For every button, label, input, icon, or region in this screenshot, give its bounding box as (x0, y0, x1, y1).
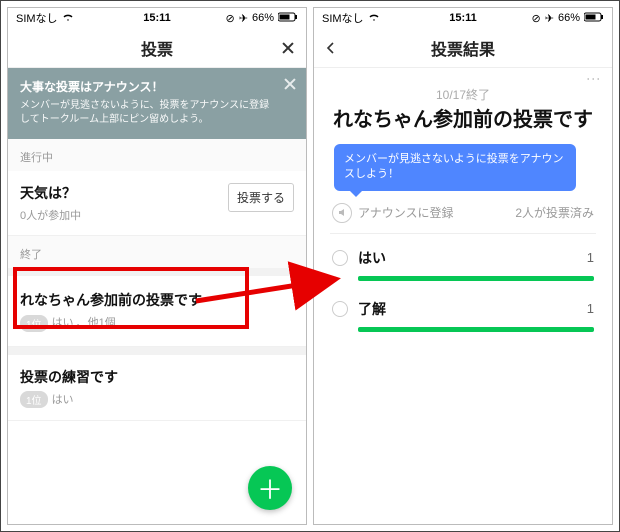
rank-badge: 1位 (20, 315, 48, 332)
speaker-icon (332, 203, 352, 223)
poll-sub: 1位はい (20, 391, 294, 409)
navbar: 投票 (8, 28, 306, 68)
option-row[interactable]: はい 1 (332, 248, 594, 281)
page-title: 投票結果 (431, 36, 495, 60)
banner-close-button[interactable] (282, 76, 298, 92)
back-button[interactable] (314, 28, 348, 68)
add-poll-fab[interactable]: ＋ (248, 466, 292, 510)
divider (8, 347, 306, 355)
announce-row: アナウンスに登録 2人が投票済み (330, 203, 596, 234)
poll-item-in-progress[interactable]: 天気は？ 0人が参加中 投票する (8, 171, 306, 236)
voted-count-label: 2人が投票済み (515, 204, 594, 221)
clock: 15:11 (8, 12, 306, 24)
status-bar: SIMなし 15:11 ⊘ ✈ 66% (8, 8, 306, 28)
end-date-label: 10/17終了 (330, 86, 596, 103)
option-bar (358, 327, 594, 332)
close-button[interactable] (270, 28, 306, 68)
status-bar: SIMなし 15:11 ⊘ ✈ 66% (314, 8, 612, 28)
phone-left: SIMなし 15:11 ⊘ ✈ 66% 投票 大事な投票はアナウンス！ メンバー… (7, 7, 307, 525)
poll-item-done-2[interactable]: 投票の練習です 1位はい (8, 355, 306, 422)
banner-body: メンバーが見逃さないように、投票をアナウンスに登録してトークルーム上部にピン留め… (20, 99, 276, 127)
radio-icon (332, 250, 348, 266)
announce-register-button[interactable]: アナウンスに登録 (358, 204, 454, 221)
option-bar (358, 276, 594, 281)
rank-badge: 1位 (20, 391, 48, 408)
announce-tip-bubble: メンバーが見逃さないように投票をアナウンスしよう！ (334, 144, 576, 191)
option-count: 1 (587, 301, 594, 316)
banner-title: 大事な投票はアナウンス！ (20, 78, 276, 95)
radio-icon (332, 301, 348, 317)
divider (8, 268, 306, 276)
poll-sub: 1位はい 、他1個 (20, 314, 294, 332)
announcement-banner: 大事な投票はアナウンス！ メンバーが見逃さないように、投票をアナウンスに登録して… (8, 68, 306, 139)
option-label: 了解 (358, 299, 386, 319)
clock: 15:11 (314, 12, 612, 24)
section-done: 終了 (8, 236, 306, 268)
close-icon (282, 76, 298, 92)
more-menu-button[interactable]: ⋮ (586, 72, 602, 84)
plus-icon: ＋ (257, 470, 283, 507)
result-title: れなちゃん参加前の投票です (330, 107, 596, 134)
option-count: 1 (587, 250, 594, 265)
vote-button[interactable]: 投票する (228, 183, 294, 212)
poll-title: れなちゃん参加前の投票です (20, 290, 294, 310)
page-title: 投票 (141, 36, 173, 60)
section-in-progress: 進行中 (8, 139, 306, 171)
poll-title: 投票の練習です (20, 367, 294, 387)
option-row[interactable]: 了解 1 (332, 299, 594, 332)
close-icon (280, 40, 296, 56)
poll-item-done-1[interactable]: れなちゃん参加前の投票です 1位はい 、他1個 (8, 276, 306, 347)
navbar: 投票結果 (314, 28, 612, 68)
phone-right: SIMなし 15:11 ⊘ ✈ 66% 投票結果 ⋮ 1 (313, 7, 613, 525)
chevron-left-icon (324, 41, 338, 55)
option-label: はい (358, 248, 386, 268)
